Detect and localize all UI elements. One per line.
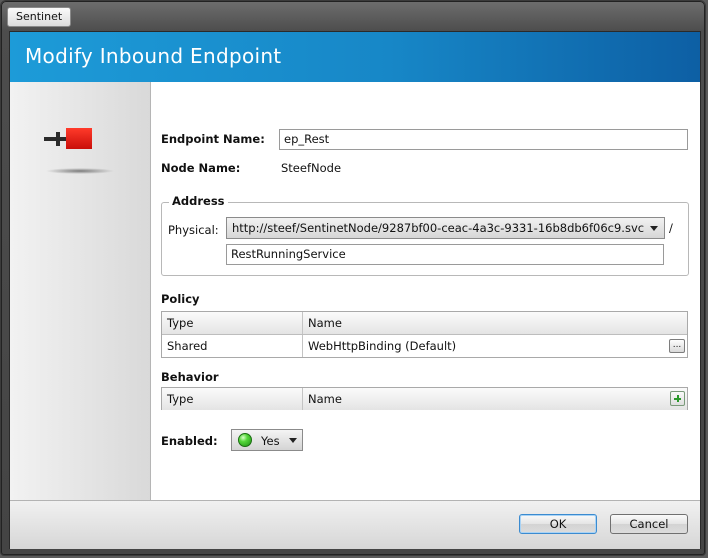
dialog-footer: OK Cancel <box>10 500 700 549</box>
browse-policy-button[interactable]: ... <box>669 339 685 353</box>
behavior-title: Behavior <box>161 370 219 384</box>
endpoint-name-field[interactable]: ep_Rest <box>279 129 688 150</box>
policy-column-name[interactable]: Name <box>302 312 687 334</box>
enabled-label: Enabled: <box>161 434 218 448</box>
policy-column-type[interactable]: Type <box>162 312 302 334</box>
chevron-down-icon <box>289 438 297 443</box>
node-name-label: Node Name: <box>161 161 241 175</box>
dialog-header: Modify Inbound Endpoint <box>10 32 700 82</box>
dialog-title: Modify Inbound Endpoint <box>25 44 282 68</box>
node-name-value: SteefNode <box>281 161 342 175</box>
behavior-column-type[interactable]: Type <box>162 388 302 410</box>
policy-grid-header: Type Name <box>162 312 687 335</box>
endpoint-form: Endpoint Name: ep_Rest Node Name: SteefN… <box>151 82 700 500</box>
dialog-client: Modify Inbound Endpoint Endpoint Name: e… <box>9 31 701 549</box>
physical-address-value: http://steef/SentinetNode/9287bf00-ceac-… <box>232 221 645 235</box>
policy-row-type: Shared <box>167 339 208 353</box>
behavior-column-name[interactable]: Name <box>302 388 687 410</box>
policy-row-name: WebHttpBinding (Default) <box>302 335 687 357</box>
title-bar[interactable]: Sentinet <box>1 1 705 31</box>
policy-grid: Type Name Shared WebHttpBinding (Default… <box>161 311 688 358</box>
physical-address-dropdown[interactable]: http://steef/SentinetNode/9287bf00-ceac-… <box>226 217 665 239</box>
endpoint-connector-icon <box>44 128 114 174</box>
policy-title: Policy <box>161 292 200 306</box>
physical-label: Physical: <box>168 223 219 237</box>
address-group-title: Address <box>169 194 228 208</box>
ok-button[interactable]: OK <box>519 514 597 534</box>
status-indicator-icon <box>238 433 252 447</box>
behavior-grid: Type Name <box>161 387 688 410</box>
path-separator: / <box>669 221 673 235</box>
enabled-value: Yes <box>261 434 280 448</box>
address-path-field[interactable]: RestRunningService <box>226 244 664 265</box>
dialog-window: Sentinet Modify Inbound Endpoint Endpoin… <box>0 0 706 556</box>
add-behavior-button[interactable] <box>670 391 685 406</box>
enabled-dropdown[interactable]: Yes <box>231 429 303 451</box>
behavior-grid-header: Type Name <box>162 388 687 410</box>
endpoint-name-label: Endpoint Name: <box>161 132 265 146</box>
cancel-button[interactable]: Cancel <box>610 514 688 534</box>
window-title: Sentinet <box>7 7 72 27</box>
chevron-down-icon <box>650 226 658 231</box>
table-row[interactable]: Shared WebHttpBinding (Default) ... <box>162 335 687 357</box>
left-pane <box>10 82 151 500</box>
